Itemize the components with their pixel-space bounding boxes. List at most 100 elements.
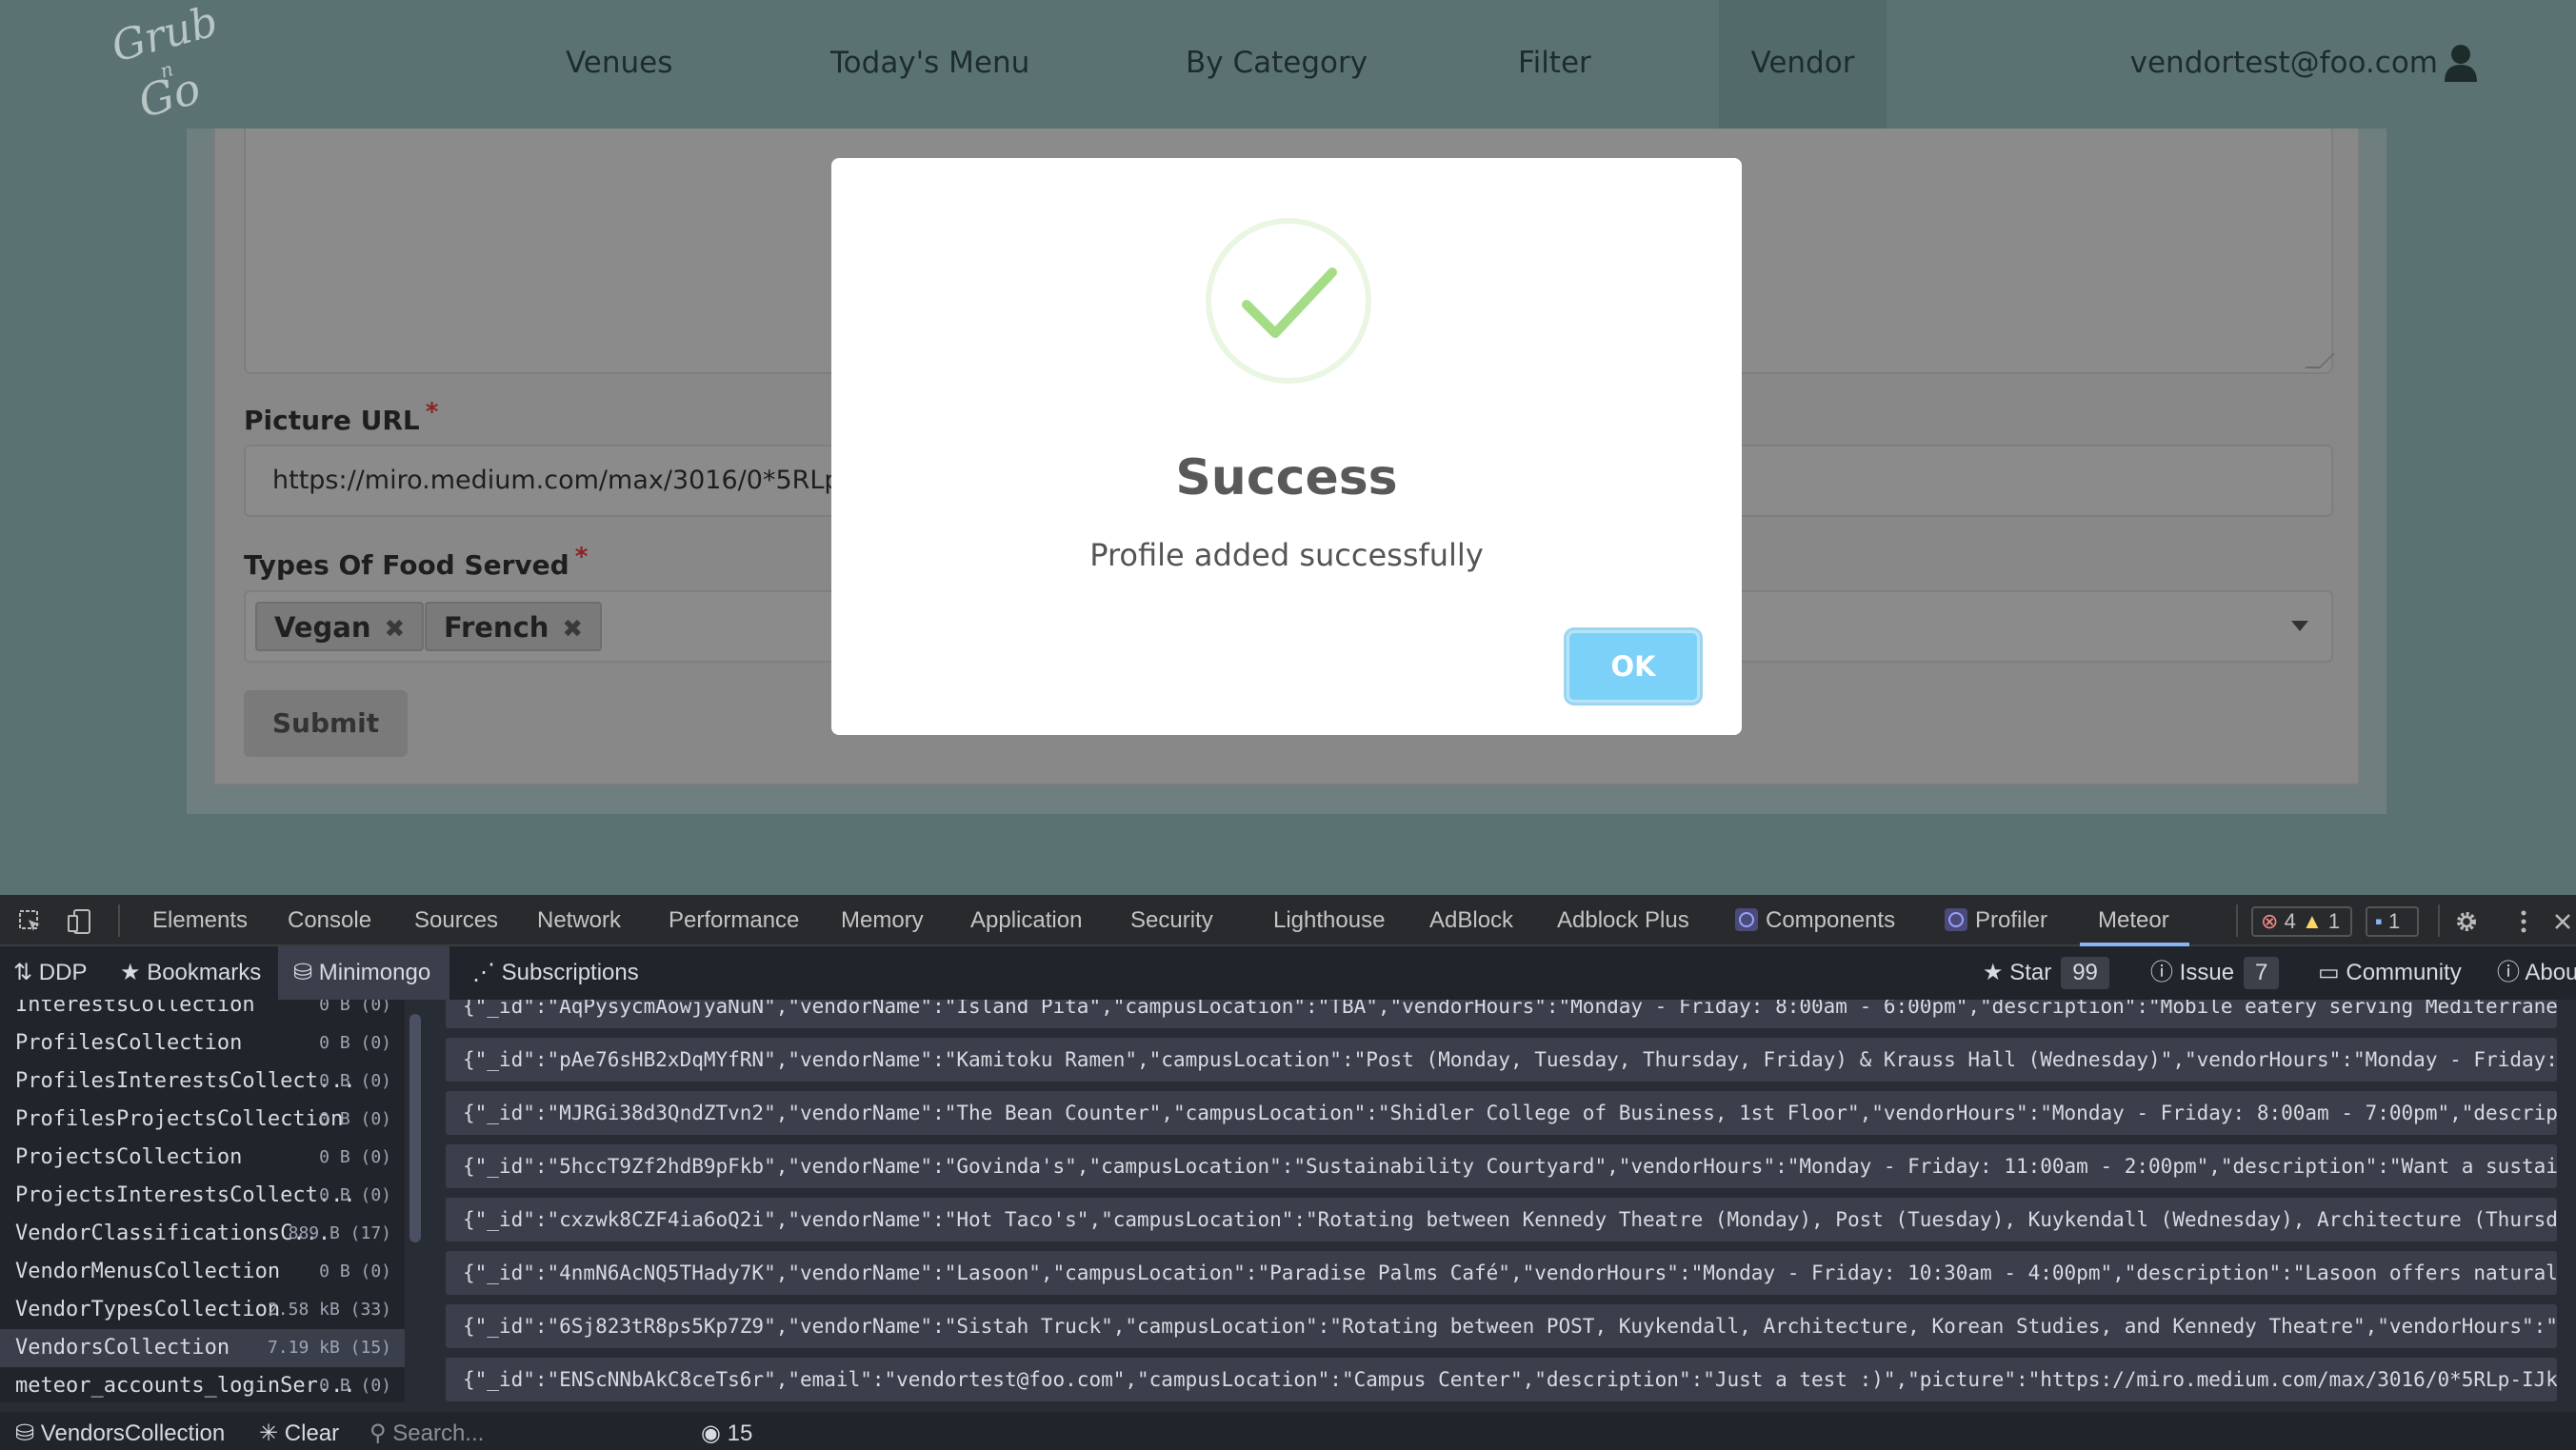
tab-sources[interactable]: Sources — [414, 895, 498, 946]
tab-elements[interactable]: Elements — [152, 895, 248, 946]
close-devtools-icon[interactable] — [2552, 908, 2573, 935]
current-collection: ⛁ VendorsCollection — [15, 1420, 226, 1446]
tab-performance[interactable]: Performance — [669, 895, 799, 946]
tab-bookmarks[interactable]: ★ Bookmarks — [120, 946, 261, 1000]
collection-item-selected[interactable]: VendorsCollection 7.19 kB (15) — [0, 1329, 405, 1367]
tab-adblock-plus[interactable]: Adblock Plus — [1557, 895, 1689, 946]
nav-todays-menu[interactable]: Today's Menu — [830, 0, 1029, 129]
document-row[interactable]: {"_id":"ENScNNbAkC8ceTs6r","email":"vend… — [446, 1358, 2557, 1401]
svg-text:Go: Go — [133, 62, 206, 128]
document-row[interactable]: {"_id":"pAe76sHB2xDqMYfRN","vendorName":… — [446, 1038, 2557, 1082]
divider — [118, 904, 120, 937]
settings-gear-icon[interactable] — [2453, 908, 2480, 935]
tab-profiler[interactable]: Profiler — [1945, 895, 2047, 946]
tab-components[interactable]: Components — [1735, 895, 1895, 946]
nav-vendor[interactable]: Vendor — [1719, 0, 1887, 129]
collections-scrollbar[interactable] — [409, 1014, 421, 1242]
remove-chip-icon[interactable]: ✖ — [385, 615, 406, 644]
about-link[interactable]: ⓘ About — [2497, 946, 2576, 1000]
divider — [2438, 904, 2440, 937]
nav-filter[interactable]: Filter — [1518, 0, 1591, 129]
remove-chip-icon[interactable]: ✖ — [562, 615, 583, 644]
collection-item[interactable]: ProfilesProjectsCollection 0 B (0) — [0, 1101, 405, 1139]
grub-n-go-logo[interactable]: Grub n Go — [105, 0, 238, 129]
dropdown-caret-icon[interactable] — [2291, 621, 2308, 631]
info-icon: ⓘ — [2497, 960, 2520, 985]
tab-network[interactable]: Network — [537, 895, 621, 946]
document-row[interactable]: {"_id":"AqPysycmAowjyaNuN","vendorName":… — [446, 1000, 2557, 1028]
dialog-message: Profile added successfully — [1089, 537, 1484, 573]
signal-icon: ⋰ — [472, 960, 495, 985]
types-of-food-label: Types Of Food Served * — [244, 543, 589, 581]
tab-minimongo[interactable]: ⛁ Minimongo — [278, 946, 450, 1000]
ok-button[interactable]: OK — [1567, 630, 1700, 703]
inspect-element-icon[interactable] — [17, 908, 44, 935]
user-icon[interactable] — [2443, 44, 2479, 82]
collection-item[interactable]: ProfilesCollection 0 B (0) — [0, 1024, 405, 1063]
collection-item[interactable]: meteor_accounts_loginSer... 0 B (0) — [0, 1367, 405, 1402]
database-icon: ⛁ — [15, 1420, 35, 1446]
tab-subscriptions[interactable]: ⋰ Subscriptions — [472, 946, 639, 1000]
collection-item[interactable]: ProjectsCollection 0 B (0) — [0, 1139, 405, 1177]
tab-memory[interactable]: Memory — [841, 895, 924, 946]
device-toolbar-icon[interactable] — [67, 908, 93, 935]
document-count: ◉ 15 — [701, 1420, 753, 1446]
meteor-devtools-toolbar: ⇅ DDP ★ Bookmarks ⛁ Minimongo ⋰ Subscrip… — [0, 946, 2576, 1000]
picture-url-label: Picture URL * — [244, 398, 439, 436]
search-input[interactable]: ⚲ Search... — [369, 1412, 484, 1450]
tab-console[interactable]: Console — [288, 895, 371, 946]
github-star-button[interactable]: ★ Star 99 — [1983, 946, 2109, 1000]
collection-item[interactable]: VendorMenusCollection 0 B (0) — [0, 1253, 405, 1291]
document-row[interactable]: {"_id":"4nmN6AcNQ5THady7K","vendorName":… — [446, 1251, 2557, 1295]
eye-icon: ◉ — [701, 1420, 721, 1446]
tab-meteor[interactable]: Meteor — [2098, 895, 2169, 946]
community-link[interactable]: ▭ Community — [2318, 946, 2462, 1000]
clear-icon: ✳ — [259, 1420, 279, 1446]
search-icon: ⚲ — [369, 1420, 387, 1446]
navbar: Grub n Go Venues Today's Menu By Categor… — [0, 0, 2576, 129]
messages-badge[interactable]: ▪ 1 — [2366, 906, 2419, 937]
dialog-title: Success — [1175, 449, 1398, 507]
tab-ddp[interactable]: ⇅ DDP — [13, 946, 87, 1000]
devtools-panel: Elements Console Sources Network Perform… — [0, 895, 2576, 1450]
devtools-tab-bar: Elements Console Sources Network Perform… — [0, 895, 2576, 946]
document-row[interactable]: {"_id":"MJRGi38d3QndZTvn2","vendorName":… — [446, 1091, 2557, 1135]
tab-application[interactable]: Application — [970, 895, 1082, 946]
github-issue-button[interactable]: ⓘ Issue 7 — [2150, 946, 2280, 1000]
console-issues-badge[interactable]: ⊗ 4 ▲ 1 — [2251, 906, 2352, 937]
tab-lighthouse[interactable]: Lighthouse — [1273, 895, 1385, 946]
document-row[interactable]: {"_id":"6Sj823tR8ps5Kp7Z9","vendorName":… — [446, 1304, 2557, 1348]
star-icon: ★ — [120, 960, 141, 985]
issue-icon: ⓘ — [2150, 960, 2173, 985]
documents-list: {"_id":"AqPysycmAowjyaNuN","vendorName":… — [446, 1000, 2565, 1402]
react-icon — [1735, 908, 1758, 931]
chip-vegan: Vegan ✖ — [255, 602, 425, 651]
collection-item[interactable]: VendorClassificationsC... 889 B (17) — [0, 1215, 405, 1253]
star-icon: ★ — [1983, 960, 2004, 985]
ddp-icon: ⇅ — [13, 960, 33, 985]
error-icon: ⊗ — [2261, 909, 2279, 933]
chip-french: French ✖ — [425, 602, 603, 651]
collection-item[interactable]: ProfilesInterestsCollect... 0 B (0) — [0, 1063, 405, 1101]
chat-icon: ▭ — [2318, 960, 2340, 985]
tab-security[interactable]: Security — [1130, 895, 1213, 946]
resize-handle-icon[interactable] — [2305, 353, 2335, 368]
document-row[interactable]: {"_id":"5hccT9Zf2hdB9pFkb","vendorName":… — [446, 1144, 2557, 1188]
tab-adblock[interactable]: AdBlock — [1429, 895, 1513, 946]
collections-list: InterestsCollection 0 B (0) ProfilesColle… — [0, 1000, 405, 1402]
collection-item[interactable]: VendorTypesCollection 2.58 kB (33) — [0, 1291, 405, 1329]
divider — [2236, 904, 2238, 937]
document-row[interactable]: {"_id":"cxzwk8CZF4ia6oQ2i","vendorName":… — [446, 1198, 2557, 1241]
required-mark: * — [574, 543, 589, 571]
nav-by-category[interactable]: By Category — [1186, 0, 1368, 129]
clear-button[interactable]: ✳ Clear — [259, 1412, 339, 1450]
collection-item[interactable]: ProjectsInterestsCollect... 0 B (0) — [0, 1177, 405, 1215]
warning-icon: ▲ — [2301, 909, 2323, 933]
submit-button[interactable]: Submit — [244, 690, 408, 757]
more-options-icon[interactable] — [2510, 908, 2537, 935]
user-menu[interactable]: vendortest@foo.com — [2130, 0, 2438, 129]
nav-venues[interactable]: Venues — [566, 0, 672, 129]
collection-item[interactable]: InterestsCollection 0 B (0) — [0, 1000, 405, 1024]
required-mark: * — [425, 398, 439, 427]
database-icon: ⛁ — [293, 960, 313, 985]
